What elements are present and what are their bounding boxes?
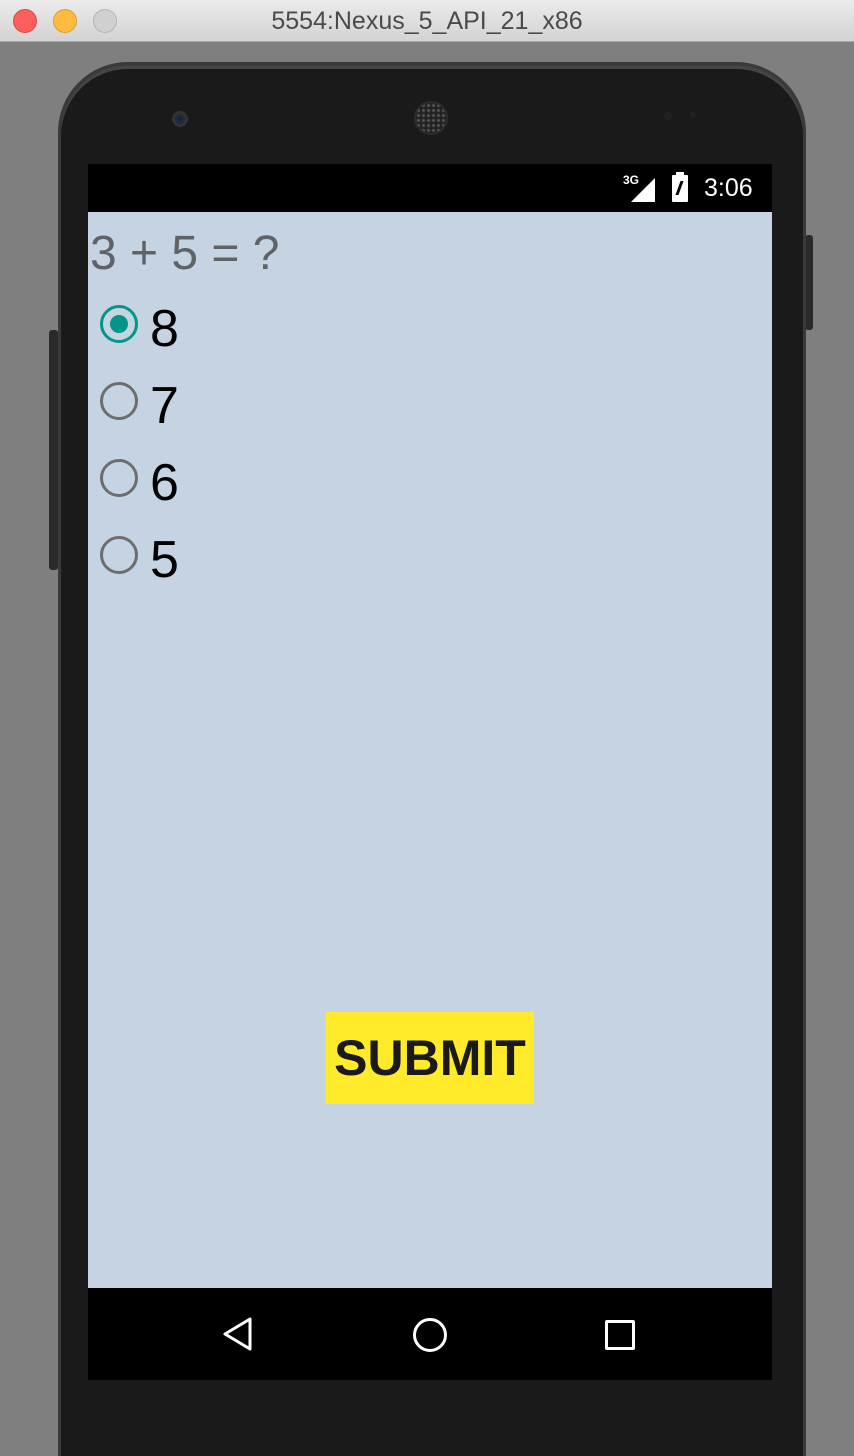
answer-option-7[interactable]: 7	[98, 371, 398, 448]
radio-button-checked[interactable]	[100, 305, 138, 343]
answer-option-6[interactable]: 6	[98, 448, 398, 525]
recents-icon[interactable]	[605, 1320, 635, 1350]
answer-option-label: 6	[150, 454, 179, 512]
answer-option-label: 5	[150, 531, 179, 589]
volume-button[interactable]	[49, 330, 58, 570]
radio-button-unchecked[interactable]	[100, 382, 138, 420]
signal-strength-icon	[631, 178, 655, 202]
radio-button-unchecked[interactable]	[100, 459, 138, 497]
window-title: 5554:Nexus_5_API_21_x86	[271, 7, 583, 35]
status-bar: 3G 3:06	[88, 164, 772, 212]
answer-option-label: 8	[150, 300, 179, 358]
status-clock: 3:06	[704, 174, 753, 202]
home-icon[interactable]	[413, 1318, 447, 1352]
window-title-bar: 5554:Nexus_5_API_21_x86	[0, 0, 854, 42]
front-camera-icon	[172, 111, 188, 127]
answer-option-5[interactable]: 5	[98, 525, 398, 602]
back-icon[interactable]	[220, 1316, 256, 1352]
submit-button[interactable]: SUBMIT	[326, 1012, 534, 1104]
earpiece-speaker-icon	[414, 101, 448, 135]
navigation-bar	[88, 1288, 772, 1380]
light-sensor-icon	[690, 112, 696, 118]
radio-button-unchecked[interactable]	[100, 536, 138, 574]
proximity-sensor-icon	[664, 112, 672, 120]
power-button[interactable]	[805, 235, 813, 330]
battery-charging-icon	[672, 172, 688, 202]
app-screen: 3 + 5 = ? 8 7 6 5 SUBMIT	[88, 212, 772, 1288]
answer-option-label: 7	[150, 377, 179, 435]
answer-option-8[interactable]: 8	[98, 294, 398, 371]
question-text: 3 + 5 = ?	[90, 227, 280, 280]
answer-radio-group: 8 7 6 5	[98, 294, 398, 602]
